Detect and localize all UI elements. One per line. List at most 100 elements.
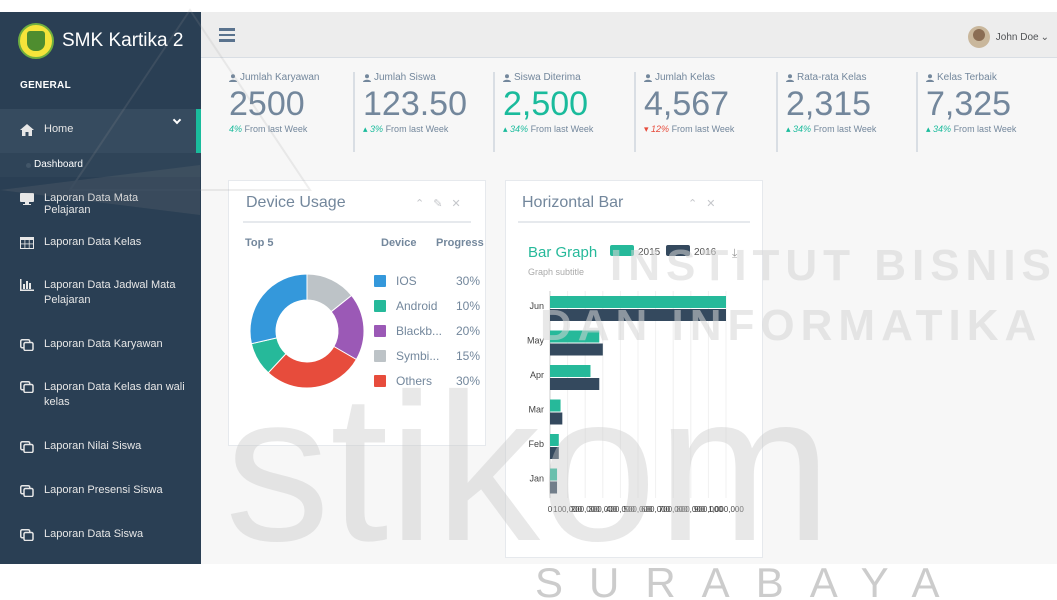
collapse-icon[interactable]: ⌃ [415, 197, 424, 210]
sidebar-item-label: Laporan Nilai Siswa [44, 440, 142, 452]
legend-swatch [374, 325, 386, 337]
panel-divider [518, 221, 750, 223]
device-percent: 20% [456, 324, 481, 338]
tile-stat: Jumlah Karyawan 2500 4% From last Week [225, 72, 365, 152]
user-icon [786, 73, 794, 82]
sidebar-item-karyawan[interactable]: Laporan Data Karyawan [0, 323, 201, 367]
device-percent: 15% [456, 349, 481, 363]
bar-2016-feb[interactable] [550, 447, 559, 459]
legend-label: 2016 [694, 247, 717, 258]
donut-slice-ios[interactable] [249, 273, 308, 345]
sort-asc-icon: ▴ [363, 124, 371, 134]
download-icon[interactable]: ⤓ [732, 246, 738, 260]
stat-label: Jumlah Siswa [363, 72, 493, 83]
wrench-icon[interactable]: ✎ [433, 197, 442, 210]
panel-title: Horizontal Bar [522, 194, 624, 211]
stat-label-text: Rata-rata Kelas [797, 72, 867, 83]
bar-2016-mar[interactable] [550, 412, 563, 425]
stat-trend: 12% [651, 124, 670, 134]
user-menu[interactable]: John Doe ⌄ [967, 26, 1049, 48]
device-row: Blackb... 20% [374, 324, 480, 338]
device-usage-panel: Device Usage ⌃ ✎ ✕ Top 5 Device Progress… [228, 180, 486, 446]
menu-toggle-icon[interactable] [219, 28, 235, 42]
device-name: Others [396, 374, 433, 388]
device-name: IOS [396, 274, 417, 288]
table-icon [20, 237, 34, 249]
sidebar-subitem-dashboard[interactable]: Dashboard [0, 153, 201, 177]
category-label: Mar [529, 405, 545, 415]
device-row: IOS 30% [374, 274, 480, 288]
stat-label: Kelas Terbaik [926, 72, 1056, 83]
brand[interactable]: SMK Kartika 2 [0, 12, 201, 70]
dashboard-frame: SMK Kartika 2 GENERAL Home Dashboard Lap… [0, 12, 1057, 564]
stat-value: 2500 [229, 85, 305, 123]
device-percent: 30% [456, 374, 481, 388]
stat-footer-text: From last Week [385, 124, 449, 134]
sidebar-item-label: Laporan Data Mata Pelajaran [44, 192, 139, 216]
sort-desc-icon: ▾ [644, 124, 652, 134]
stat-value: 7,325 [926, 85, 1012, 123]
sidebar-item-label: Laporan Data Jadwal Mata Pelajaran [44, 279, 176, 306]
close-icon[interactable]: ✕ [451, 197, 460, 210]
tile-stat: Jumlah Siswa 123.50 ▴ 3% From last Week [353, 72, 493, 152]
sidebar-item-data-kelas[interactable]: Laporan Data Kelas [0, 221, 201, 265]
tile-stat: Rata-rata Kelas 2,315 ▴ 34% From last Week [776, 72, 916, 152]
stat-trend: 3% [370, 124, 384, 134]
stat-label: Jumlah Kelas [644, 72, 774, 83]
bar-2016-jun[interactable] [550, 309, 726, 321]
stat-footer: ▴ 34% From last Week [786, 124, 916, 135]
stat-label: Jumlah Karyawan [229, 72, 365, 83]
tile-stat: Kelas Terbaik 7,325 ▴ 34% From last Week [916, 72, 1056, 152]
stat-footer: ▴ 34% From last Week [503, 124, 633, 135]
user-icon [229, 73, 237, 82]
bar-2015-mar[interactable] [550, 399, 561, 412]
bar-2016-jan[interactable] [550, 481, 558, 494]
sidebar-item-label: Laporan Data Kelas dan wali kelas [44, 381, 185, 408]
stat-footer-text: From last Week [953, 124, 1017, 134]
stat-value: 123.50 [363, 85, 467, 123]
sidebar-item-presensi[interactable]: Laporan Presensi Siswa [0, 469, 201, 513]
sidebar-item-nilai[interactable]: Laporan Nilai Siswa [0, 425, 201, 469]
sidebar-item-data-siswa[interactable]: Laporan Data Siswa [0, 513, 201, 557]
sort-asc-icon: ▴ [926, 124, 934, 134]
progress-column-header: Progress [436, 237, 484, 249]
bar-2015-jun[interactable] [550, 296, 726, 308]
stat-footer-text: From last Week [813, 124, 877, 134]
sidebar-item-kelas-wali[interactable]: Laporan Data Kelas dan wali kelas [0, 367, 201, 425]
clone-icon [20, 529, 34, 541]
sidebar-item-jadwal[interactable]: Laporan Data Jadwal Mata Pelajaran [0, 265, 201, 323]
device-percent: 30% [456, 274, 481, 288]
sidebar-item-mata-pelajaran[interactable]: Laporan Data Mata Pelajaran [0, 177, 201, 221]
monitor-icon [20, 193, 34, 205]
legend-swatch [610, 245, 634, 256]
x-tick-label: 1,000,000 [708, 505, 744, 514]
collapse-icon[interactable]: ⌃ [688, 197, 697, 210]
panel-title: Device Usage [246, 194, 346, 211]
stat-footer: ▾ 12% From last Week [644, 124, 774, 135]
bar-2015-may[interactable] [550, 330, 600, 343]
chart-subtitle: Graph subtitle [528, 267, 584, 277]
bar-2015-apr[interactable] [550, 365, 591, 377]
sidebar-item-label: Laporan Presensi Siswa [44, 484, 163, 496]
sidebar-section-label: GENERAL [20, 80, 71, 91]
tile-stat: Siswa Diterima 2,500 ▴ 34% From last Week [493, 72, 633, 152]
home-icon [20, 124, 34, 136]
bar-2016-apr[interactable] [550, 378, 600, 390]
user-icon [363, 73, 371, 82]
user-icon [503, 73, 511, 82]
stat-label-text: Jumlah Siswa [374, 72, 436, 83]
stat-trend: 34% [510, 124, 529, 134]
stat-label-text: Jumlah Kelas [655, 72, 716, 83]
sidebar-item-home[interactable]: Home [0, 109, 201, 153]
bar-2015-feb[interactable] [550, 434, 559, 446]
bar-2016-may[interactable] [550, 343, 603, 356]
sidebar-item-label: Laporan Data Siswa [44, 528, 144, 540]
stat-trend: 34% [793, 124, 812, 134]
close-icon[interactable]: ✕ [706, 197, 715, 210]
legend-swatch [374, 375, 386, 387]
bar-2015-jan[interactable] [550, 468, 558, 481]
stat-footer-text: From last Week [244, 124, 308, 134]
device-usage-donut [249, 273, 365, 389]
legend-label: 2015 [638, 247, 661, 258]
category-label: Jun [529, 301, 544, 311]
